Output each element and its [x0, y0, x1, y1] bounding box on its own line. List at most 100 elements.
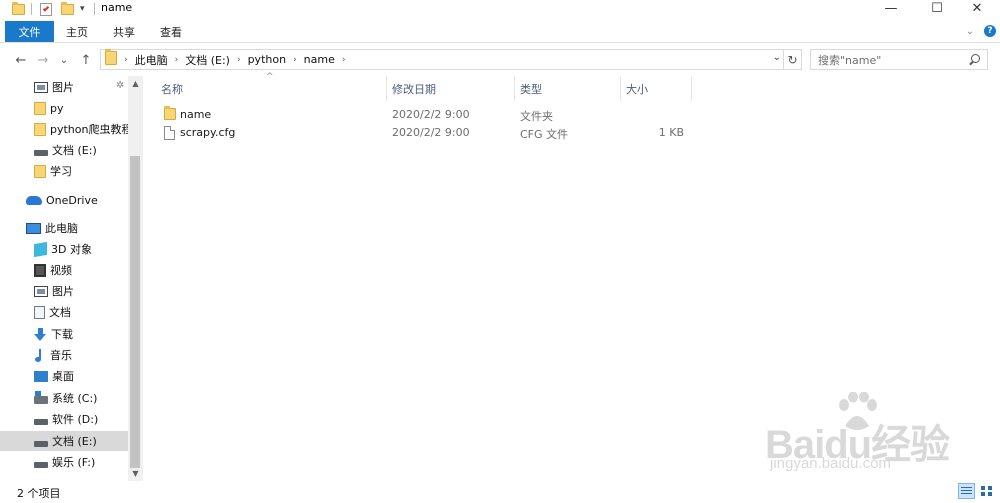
music-icon [34, 348, 46, 362]
sidebar-item-label: 文档 [49, 306, 71, 319]
details-view-button[interactable] [958, 483, 975, 499]
sidebar-item-videos[interactable]: 视频 [0, 260, 128, 280]
sidebar-item-label: 娱乐 (F:) [52, 456, 96, 469]
folder-icon [164, 106, 176, 123]
sidebar-item-label: py [50, 101, 64, 115]
sort-ascending-icon: ^ [266, 72, 274, 82]
breadcrumb-separator[interactable]: › [237, 55, 241, 65]
breadcrumb-separator[interactable]: › [124, 55, 128, 65]
forward-button[interactable]: → [34, 51, 52, 69]
column-header-name[interactable]: 名称 [161, 76, 183, 101]
search-input[interactable]: 搜索"name" [811, 52, 967, 68]
details-view-icon [961, 486, 972, 496]
sidebar-item-label: 此电脑 [45, 222, 78, 235]
sidebar-item-drive-f[interactable]: 娱乐 (F:) [0, 452, 128, 472]
sidebar-item-drive-e[interactable]: 文档 (E:) [0, 431, 128, 451]
address-bar[interactable]: › 此电脑 › 文档 (E:) › python › name › ⌄ [100, 49, 784, 70]
sidebar-item-python-tutorial[interactable]: python爬虫教程 [0, 119, 128, 139]
video-icon [34, 263, 46, 277]
sidebar-item-label: 音乐 [50, 349, 72, 362]
close-button[interactable]: ✕ [954, 0, 1000, 16]
file-row-name-folder[interactable]: name 2020/2/2 9:00 文件夹 [156, 106, 686, 124]
breadcrumb-separator[interactable]: › [175, 55, 179, 65]
search-box[interactable]: 搜索"name" [810, 49, 988, 70]
column-header-size[interactable]: 大小 [626, 76, 648, 101]
column-divider[interactable] [620, 76, 621, 101]
sidebar-item-this-pc[interactable]: 此电脑 [0, 218, 128, 238]
file-name: name [180, 108, 212, 121]
tab-home[interactable]: 主页 [66, 21, 88, 42]
sidebar-item-label: 文档 (E:) [52, 144, 97, 157]
sidebar-item-label: OneDrive [46, 193, 98, 207]
breadcrumb-this-pc[interactable]: 此电脑 [135, 52, 168, 68]
expand-ribbon-icon[interactable]: ⌄ [963, 24, 977, 38]
picture-icon [34, 285, 48, 297]
sidebar-item-onedrive[interactable]: OneDrive [0, 190, 128, 210]
sidebar-item-music[interactable]: 音乐 [0, 345, 128, 365]
large-icons-view-button[interactable] [978, 483, 995, 499]
back-button[interactable]: ← [12, 51, 30, 69]
sidebar-item-label: 视频 [50, 264, 72, 277]
drive-icon [34, 149, 48, 156]
sidebar-item-desktop[interactable]: 桌面 [0, 366, 128, 386]
sidebar-item-label: 3D 对象 [51, 243, 92, 256]
breadcrumb-separator[interactable]: › [342, 55, 346, 65]
tab-view[interactable]: 查看 [160, 21, 182, 42]
drive-icon [34, 418, 48, 425]
picture-icon [34, 81, 48, 93]
file-modified: 2020/2/2 9:00 [392, 126, 470, 139]
file-icon [164, 126, 175, 143]
sidebar-item-drive-c[interactable]: 系统 (C:) [0, 388, 128, 408]
sidebar-item-label: 桌面 [52, 370, 74, 383]
separator [31, 1, 32, 17]
column-divider[interactable] [514, 76, 515, 101]
folder-icon [105, 49, 117, 68]
sidebar-scrollbar[interactable]: ▲ ▼ [128, 76, 143, 481]
scroll-thumb[interactable] [130, 156, 140, 468]
this-pc-icon [26, 222, 41, 234]
sidebar-item-label: 学习 [50, 165, 72, 178]
sidebar-item-drive-e-quick[interactable]: 文档 (E:) [0, 140, 128, 160]
pin-icon[interactable]: ✲ [116, 80, 124, 91]
3d-objects-icon [34, 241, 47, 257]
file-size: 1 KB [658, 126, 684, 139]
properties-icon[interactable] [40, 1, 52, 17]
tab-file[interactable]: 文件 [5, 21, 54, 42]
sidebar-item-label: 下载 [51, 328, 73, 341]
separator [94, 1, 95, 17]
baidu-jingyan-watermark: Baidu经验 jingyan.baidu.com [765, 392, 990, 472]
sidebar-item-downloads[interactable]: 下载 [0, 324, 128, 344]
scroll-up-button[interactable]: ▲ [128, 76, 143, 90]
system-drive-icon [34, 390, 48, 404]
column-divider[interactable] [691, 76, 692, 101]
sidebar-item-pictures-pinned[interactable]: 图片 [0, 77, 128, 97]
column-divider[interactable] [386, 76, 387, 101]
folder-icon [34, 101, 46, 115]
sidebar-item-study[interactable]: 学习 [0, 161, 128, 181]
file-row-scrapy-cfg[interactable]: scrapy.cfg 2020/2/2 9:00 CFG 文件 1 KB [156, 124, 686, 142]
column-header-type[interactable]: 类型 [520, 76, 542, 101]
tab-share[interactable]: 共享 [113, 21, 135, 42]
sidebar-item-documents[interactable]: 文档 [0, 302, 128, 322]
minimize-button[interactable]: — [868, 0, 914, 16]
help-button[interactable]: ? [983, 24, 997, 38]
new-folder-icon[interactable] [61, 1, 74, 17]
sidebar-item-3d-objects[interactable]: 3D 对象 [0, 239, 128, 259]
sidebar-item-py[interactable]: py [0, 98, 128, 118]
refresh-button[interactable]: ↻ [784, 49, 802, 70]
scroll-down-button[interactable]: ▼ [128, 466, 143, 480]
drive-icon [34, 461, 48, 468]
recent-locations-button[interactable]: ⌄ [55, 51, 73, 69]
file-name: scrapy.cfg [180, 126, 236, 139]
sidebar-item-pictures[interactable]: 图片 [0, 281, 128, 301]
sidebar-item-drive-d[interactable]: 软件 (D:) [0, 409, 128, 429]
breadcrumb-drive-e[interactable]: 文档 (E:) [185, 52, 230, 68]
breadcrumb-python[interactable]: python [248, 53, 286, 66]
breadcrumb-name[interactable]: name [304, 53, 335, 66]
customize-toolbar-icon[interactable]: ▾ [80, 1, 85, 17]
address-history-dropdown[interactable]: ⌄ [773, 52, 781, 63]
breadcrumb-separator[interactable]: › [293, 55, 297, 65]
column-header-modified[interactable]: 修改日期 [392, 76, 436, 101]
up-button[interactable]: ↑ [77, 51, 95, 69]
folder-icon [34, 164, 46, 178]
